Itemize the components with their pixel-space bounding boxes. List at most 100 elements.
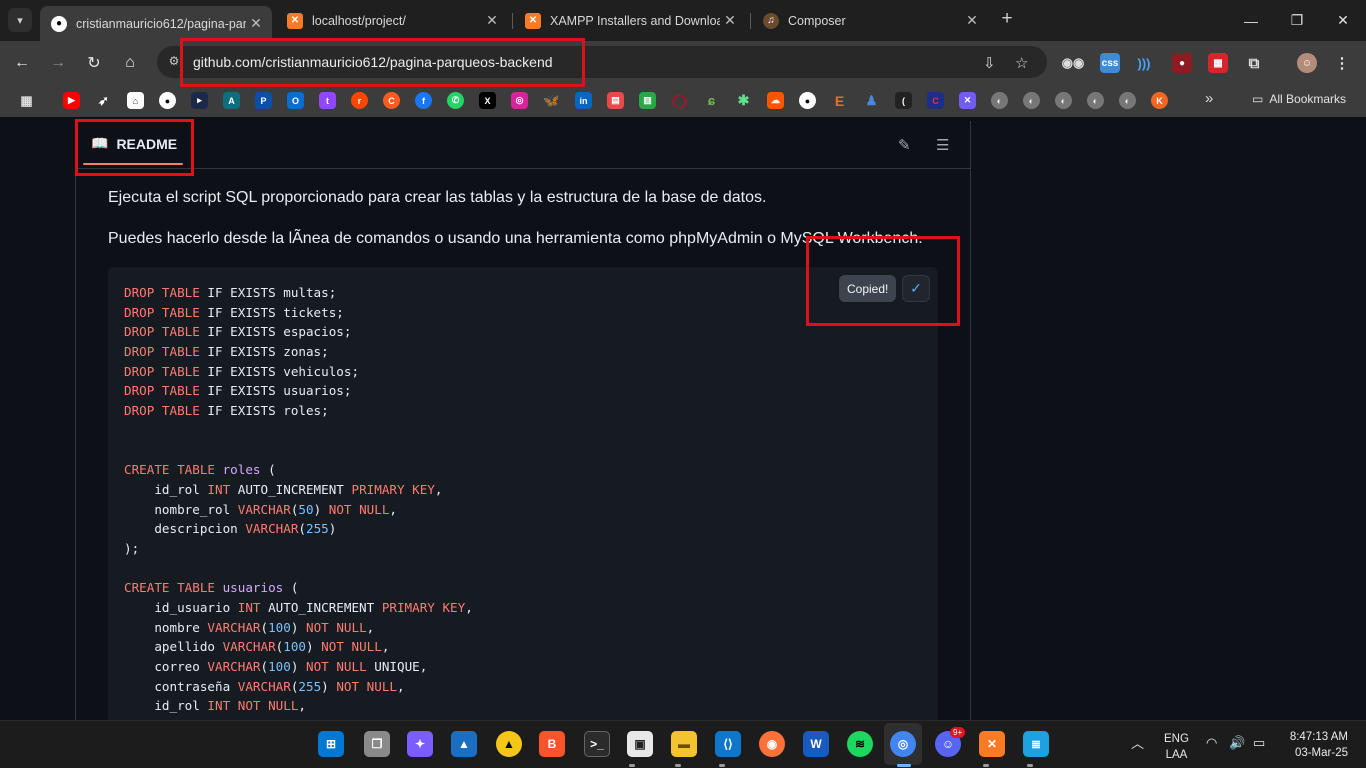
- prime-icon[interactable]: ▸: [191, 92, 208, 109]
- tab-search-button[interactable]: ▾: [8, 8, 32, 32]
- facebook-icon[interactable]: f: [415, 92, 432, 109]
- profile-avatar[interactable]: ☺: [1297, 53, 1317, 73]
- back-icon[interactable]: ←: [9, 50, 35, 76]
- bracket-icon[interactable]: (: [895, 92, 912, 109]
- azure-icon[interactable]: A: [223, 92, 240, 109]
- notes-icon[interactable]: ▣: [627, 731, 653, 757]
- wifi-icon[interactable]: ◠: [1206, 735, 1217, 751]
- bluesky-icon[interactable]: 🦋: [543, 92, 560, 109]
- extension-wifi-icon[interactable]: ))): [1134, 53, 1154, 73]
- soundcloud-icon[interactable]: ☁: [767, 92, 784, 109]
- rocket-icon[interactable]: ➶: [95, 92, 112, 109]
- linkedin-icon[interactable]: in: [575, 92, 592, 109]
- extension-red-icon[interactable]: ▦: [1208, 53, 1228, 73]
- sql-number: 255: [298, 678, 322, 694]
- chrome-icon[interactable]: ◎: [890, 731, 916, 757]
- institution-icon[interactable]: ⌂: [127, 92, 144, 109]
- red-ring-icon[interactable]: ◯: [671, 92, 688, 109]
- whatsapp-icon[interactable]: ✆: [447, 92, 464, 109]
- tab-github[interactable]: ● cristianmauricio612/pagina-parqueos-ba…: [40, 6, 272, 41]
- paypal-icon[interactable]: P: [255, 92, 272, 109]
- more-bookmarks-chevron-icon[interactable]: »: [1205, 90, 1213, 107]
- extension-glasses-icon[interactable]: ◉◉: [1062, 53, 1085, 73]
- x-tool-icon[interactable]: ✕: [959, 92, 976, 109]
- battery-icon[interactable]: ▭: [1253, 735, 1265, 751]
- github-bookmark-icon[interactable]: ●: [159, 92, 176, 109]
- reload-icon[interactable]: ↻: [81, 50, 107, 76]
- extensions-puzzle-icon[interactable]: ⧉: [1244, 53, 1264, 73]
- globe-icon-5[interactable]: ◐: [1119, 92, 1136, 109]
- sql-text: nombre_rol: [124, 501, 238, 517]
- x-icon[interactable]: X: [479, 92, 496, 109]
- youtube-icon[interactable]: ▶: [63, 92, 80, 109]
- close-tab-icon[interactable]: ✕: [962, 12, 982, 29]
- file-explorer-icon[interactable]: ▬: [671, 731, 697, 757]
- home-icon[interactable]: ⌂: [117, 50, 143, 76]
- firefox-icon[interactable]: ◉: [759, 731, 785, 757]
- chart-app-icon[interactable]: ▥: [639, 92, 656, 109]
- bookmark-star-icon[interactable]: ☆: [1015, 54, 1028, 72]
- terminal-icon[interactable]: >_: [584, 731, 610, 757]
- all-bookmarks-button[interactable]: ▭ All Bookmarks: [1252, 92, 1346, 106]
- install-app-icon[interactable]: ⇩: [983, 54, 996, 72]
- outline-list-icon[interactable]: ☰: [936, 136, 949, 154]
- c-icon[interactable]: C: [927, 92, 944, 109]
- crunchyroll-icon[interactable]: C: [383, 92, 400, 109]
- sql-text: ): [313, 501, 329, 517]
- extension-record-icon[interactable]: ●: [1172, 53, 1192, 73]
- minimize-button[interactable]: —: [1228, 0, 1274, 41]
- green-leaf-icon[interactable]: ɕ: [703, 92, 720, 109]
- globe-icon-1[interactable]: ◐: [991, 92, 1008, 109]
- menu-dots-icon[interactable]: ⋮: [1332, 53, 1352, 73]
- sql-number: 100: [268, 619, 291, 635]
- edit-pencil-icon[interactable]: ✎: [898, 136, 911, 154]
- task-view-icon[interactable]: ❐: [364, 731, 390, 757]
- close-window-button[interactable]: ✕: [1320, 0, 1366, 41]
- spotify-icon[interactable]: ≋: [847, 731, 873, 757]
- sql-text: (: [283, 580, 299, 596]
- sql-keyword: INT: [207, 698, 231, 714]
- vscode-icon[interactable]: ⟨⟩: [715, 731, 741, 757]
- volume-icon[interactable]: 🔊: [1229, 735, 1245, 751]
- reddit-icon[interactable]: r: [351, 92, 368, 109]
- store-icon[interactable]: ▤: [607, 92, 624, 109]
- arduino-icon[interactable]: ▲: [496, 731, 522, 757]
- notepad-icon[interactable]: ≣: [1023, 731, 1049, 757]
- k-icon[interactable]: K: [1151, 92, 1168, 109]
- language-indicator[interactable]: ENG LAA: [1164, 731, 1189, 763]
- twitch-icon[interactable]: t: [319, 92, 336, 109]
- github-bookmark-icon-2[interactable]: ●: [799, 92, 816, 109]
- globe-icon-4[interactable]: ◐: [1087, 92, 1104, 109]
- e-icon[interactable]: E: [831, 92, 848, 109]
- apps-grid-icon[interactable]: ▦: [18, 92, 35, 109]
- brave-icon[interactable]: B: [539, 731, 565, 757]
- tab-composer[interactable]: ♫ Composer ✕: [752, 6, 988, 35]
- globe-icon-2[interactable]: ◐: [1023, 92, 1040, 109]
- person-icon[interactable]: ♟: [863, 92, 880, 109]
- close-tab-icon[interactable]: ✕: [482, 12, 502, 29]
- restore-button[interactable]: ❐: [1274, 0, 1320, 41]
- sql-text: ,: [389, 501, 398, 517]
- tab-xampp[interactable]: ✕ XAMPP Installers and Downloads ✕: [514, 6, 746, 35]
- tab-localhost[interactable]: ✕ localhost/project/ ✕: [276, 6, 508, 35]
- xampp-taskbar-icon[interactable]: ✕: [979, 731, 1005, 757]
- tray-overflow-chevron-icon[interactable]: ︿: [1131, 733, 1144, 752]
- code-line: DROP TABLE IF EXISTS multas;: [124, 283, 473, 303]
- close-tab-icon[interactable]: ✕: [720, 12, 740, 29]
- globe-icon-3[interactable]: ◐: [1055, 92, 1072, 109]
- forward-icon[interactable]: →: [45, 50, 71, 76]
- instagram-icon[interactable]: ◎: [511, 92, 528, 109]
- sql-text: apellido: [124, 639, 223, 655]
- start-icon[interactable]: ⊞: [318, 731, 344, 757]
- sql-code[interactable]: DROP TABLE IF EXISTS multas; DROP TABLE I…: [124, 283, 473, 716]
- copilot-icon[interactable]: ✦: [407, 731, 433, 757]
- sql-keyword: CREATE TABLE: [124, 462, 215, 478]
- new-tab-button[interactable]: +: [996, 8, 1018, 30]
- extension-css-icon[interactable]: css: [1100, 53, 1120, 73]
- word-icon[interactable]: W: [803, 731, 829, 757]
- clock[interactable]: 8:47:13 AM 03-Mar-25: [1286, 729, 1348, 761]
- close-tab-icon[interactable]: ✕: [246, 15, 266, 32]
- outlook-icon[interactable]: O: [287, 92, 304, 109]
- green-star-icon[interactable]: ✱: [735, 92, 752, 109]
- photos-icon[interactable]: ▲: [451, 731, 477, 757]
